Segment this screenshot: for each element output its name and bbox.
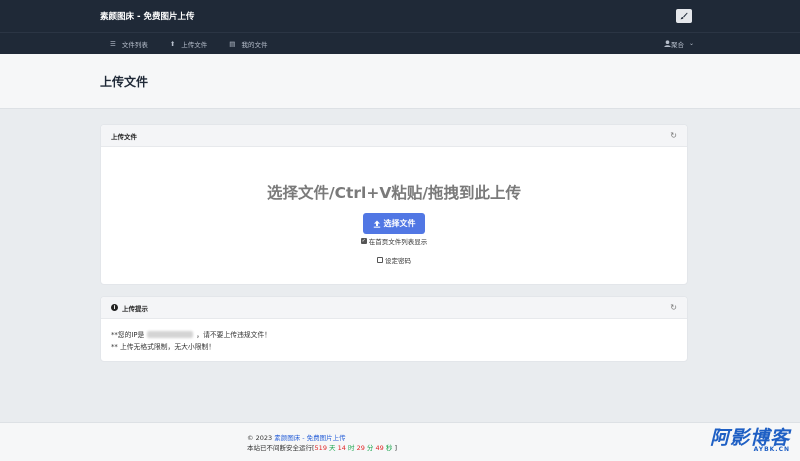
theme-toggle-button[interactable]	[676, 9, 692, 23]
upload-card-header: 上传文件 ↻	[101, 125, 687, 147]
uptime-hours-unit: 时	[347, 444, 355, 452]
uptime-seconds: 49	[375, 444, 384, 452]
choose-file-label: 选择文件	[383, 219, 416, 228]
tip-format-line: ** 上传无格式限制，无大小限制！	[111, 343, 216, 351]
watermark-main: 阿影博客	[709, 427, 790, 449]
set-password-checkbox[interactable]	[377, 257, 383, 263]
set-password-option[interactable]: 设定密码	[101, 255, 687, 265]
user-icon	[664, 40, 671, 47]
blurred-ip-address	[147, 331, 194, 338]
show-on-homepage-label: 在首页文件列表显示	[368, 238, 428, 246]
brand-title[interactable]: 素颜图床 - 免费图片上传	[100, 10, 676, 22]
tip-ip-suffix: ，请不要上传违规文件！	[196, 331, 272, 339]
file-icon: ▤	[229, 39, 236, 48]
chevron-down-icon: ⌄	[688, 40, 694, 47]
footer-site-link[interactable]: 素颜图床 - 免费图片上传	[274, 434, 345, 442]
upload-icon: ⬆	[169, 39, 176, 48]
tips-card-title-wrap: i 上传提示	[111, 303, 670, 313]
upload-card: 上传文件 ↻ 选择文件/Ctrl+V粘贴/拖拽到此上传 选择文件 ✓ 在首页文件…	[100, 124, 688, 285]
uptime-minutes-unit: 分	[366, 444, 374, 452]
uptime-days: 519	[314, 444, 327, 452]
footer-copyright: © 2023	[247, 434, 273, 442]
info-icon: i	[111, 304, 118, 311]
set-password-label: 设定密码	[385, 257, 411, 265]
upload-tips-card: i 上传提示 ↻ **您的IP是 ，请不要上传违规文件！ ** 上传无格式限制，无…	[100, 296, 688, 362]
refresh-icon[interactable]: ↻	[670, 303, 677, 312]
brush-icon	[680, 12, 688, 20]
nav-file-list[interactable]: ☰ 文件列表	[110, 39, 148, 49]
main-nav: ☰ 文件列表 ⬆ 上传文件 ▤ 我的文件 聚合 ⌄	[0, 32, 800, 54]
uptime-days-unit: 天	[329, 444, 336, 452]
nav-upload-file[interactable]: ⬆ 上传文件	[170, 39, 207, 49]
choose-file-button[interactable]: 选择文件	[363, 213, 425, 234]
upload-icon	[373, 220, 380, 228]
uptime-minutes: 29	[356, 444, 365, 452]
upload-drop-zone[interactable]: 选择文件/Ctrl+V粘贴/拖拽到此上传 选择文件 ✓ 在首页文件列表显示 设定…	[101, 147, 687, 265]
top-navbar: 素颜图床 - 免费图片上传	[0, 0, 800, 32]
uptime-seconds-unit: 秒	[385, 444, 393, 452]
refresh-icon[interactable]: ↻	[670, 131, 677, 140]
uptime-prefix: 本站已不间断安全运行[	[247, 444, 315, 452]
nav-my-files[interactable]: ▤ 我的文件	[229, 39, 267, 49]
drop-zone-text: 选择文件/Ctrl+V粘贴/拖拽到此上传	[266, 184, 522, 202]
user-menu-label: 聚合	[670, 40, 684, 49]
user-menu[interactable]: 聚合 ⌄	[664, 39, 694, 49]
tips-card-title: 上传提示	[122, 304, 148, 313]
show-on-homepage-checkbox[interactable]: ✓	[360, 238, 367, 244]
uptime-suffix: ]	[394, 444, 397, 452]
upload-card-title: 上传文件	[111, 132, 137, 141]
footer: © 2023 素颜图床 - 免费图片上传 本站已不间断安全运行[519 天 14…	[0, 422, 800, 461]
nav-upload-file-label: 上传文件	[181, 40, 208, 49]
tip-ip-prefix: **您的IP是	[111, 331, 145, 339]
uptime-hours: 14	[337, 444, 346, 452]
nav-file-list-label: 文件列表	[121, 40, 148, 49]
watermark-logo: 阿影博客 AYBK.CN	[710, 428, 790, 453]
nav-my-files-label: 我的文件	[241, 40, 268, 49]
show-on-homepage-option[interactable]: ✓ 在首页文件列表显示	[101, 236, 687, 246]
tips-card-header: i 上传提示 ↻	[101, 297, 687, 319]
tips-body: **您的IP是 ，请不要上传违规文件！ ** 上传无格式限制，无大小限制！	[101, 319, 687, 363]
page-title: 上传文件	[100, 74, 149, 89]
list-icon: ☰	[110, 39, 116, 48]
page-header: 上传文件	[0, 54, 800, 109]
tip-ip-line: **您的IP是 ，请不要上传违规文件！	[111, 329, 677, 341]
